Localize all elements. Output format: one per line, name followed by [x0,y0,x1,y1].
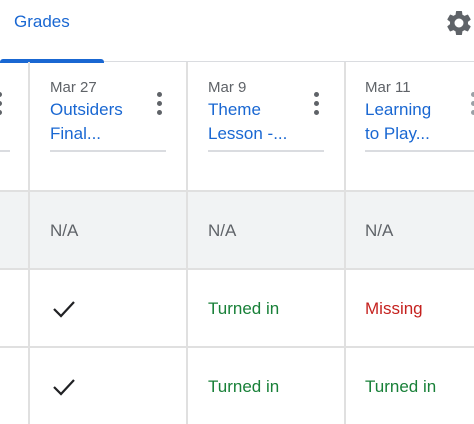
more-vert-icon[interactable] [0,92,10,116]
header-rule [208,150,324,152]
assignment-title-line2[interactable]: Lesson -... [208,122,287,146]
column-header-2: Mar 9 Theme Lesson -... [188,62,344,192]
header-rule [50,150,166,152]
tab-grades-label: Grades [14,12,70,31]
more-vert-icon[interactable] [150,92,170,116]
average-cell: N/A [208,221,237,240]
checkmark-icon[interactable] [51,376,77,398]
column-date: Mar 11 [365,79,411,96]
checkmark-icon[interactable] [51,298,77,320]
assignment-title-line1[interactable]: Learning [365,98,431,122]
top-bar: Grades [0,0,474,63]
column-date: Mar 9 [208,79,247,96]
header-rule [0,150,10,152]
row-divider [0,346,474,348]
status-turned-in[interactable]: Turned in [208,377,279,397]
more-vert-icon[interactable] [307,92,327,116]
settings-gear-icon[interactable] [444,8,474,38]
row-divider [0,268,474,270]
header-rule [365,150,474,152]
column-header-3: Mar 11 Learning to Play... [346,62,474,192]
average-cell: N/A [50,221,79,240]
grades-grid: Mar 27 Outsiders Final... Mar 9 Theme Le… [0,62,474,424]
average-cell: N/A [365,221,394,240]
assignment-title-line2[interactable]: to Play... [365,122,430,146]
status-turned-in[interactable]: Turned in [208,299,279,319]
assignment-title-line1[interactable]: Outsiders [50,98,123,122]
tab-grades[interactable]: Grades [0,0,104,63]
assignment-title-line1[interactable]: Theme [208,98,261,122]
column-header-partial [0,62,28,192]
more-vert-icon[interactable] [464,92,474,116]
column-date: Mar 27 [50,79,97,96]
assignment-title-line2[interactable]: Final... [50,122,101,146]
status-missing[interactable]: Missing [365,299,423,319]
column-header-1: Mar 27 Outsiders Final... [30,62,186,192]
status-turned-in[interactable]: Turned in [365,377,436,397]
